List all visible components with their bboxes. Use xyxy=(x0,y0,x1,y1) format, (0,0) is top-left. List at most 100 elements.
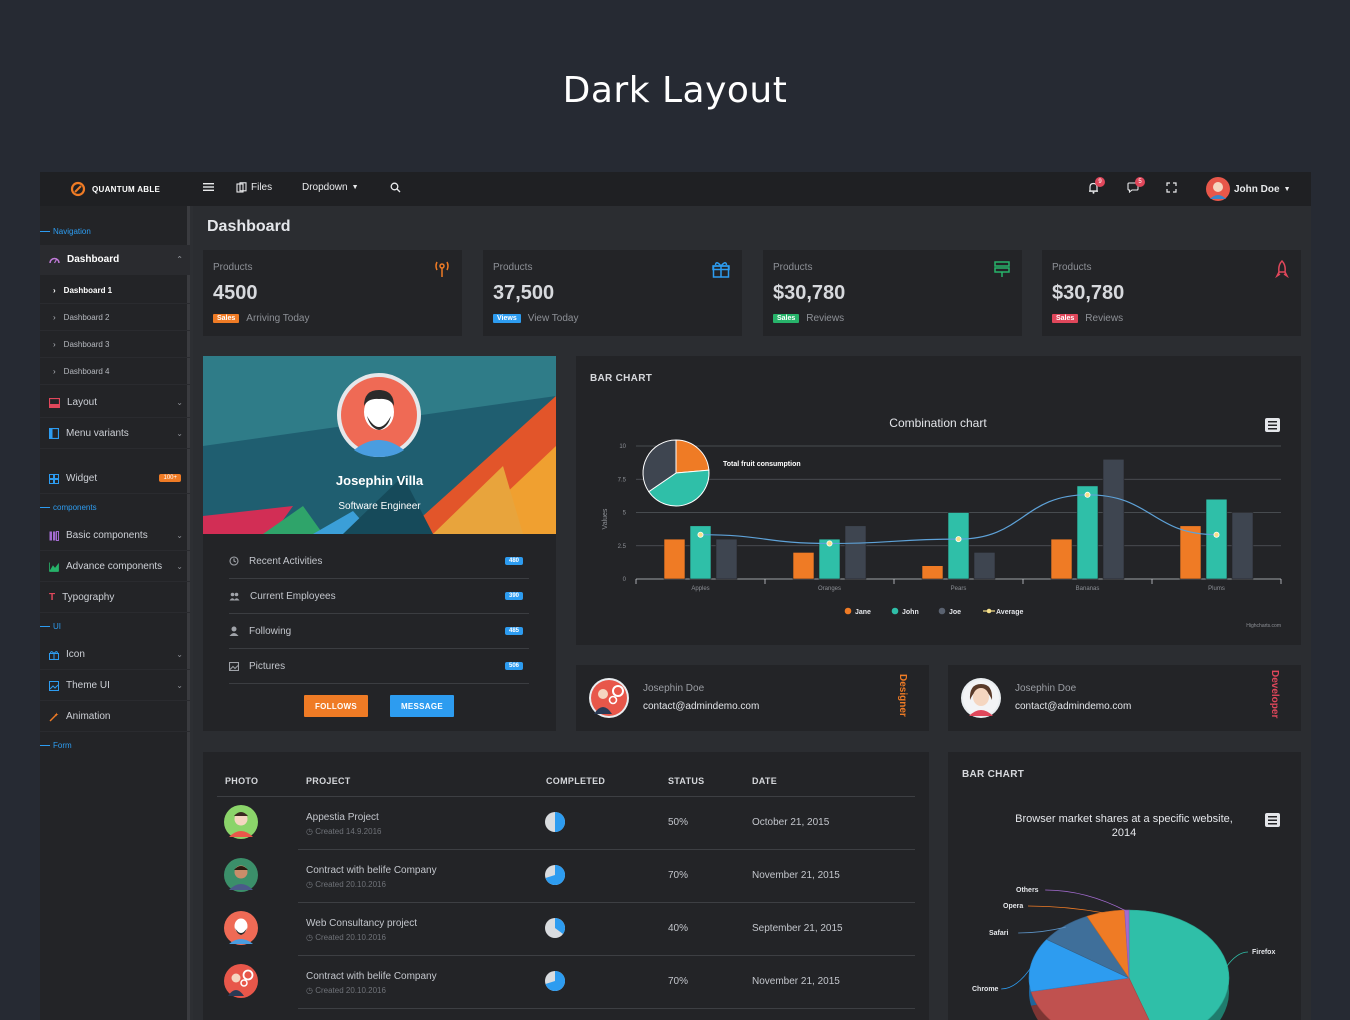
nav-caption-ui: UI xyxy=(40,622,61,631)
avatar xyxy=(961,678,1001,718)
bar-joe xyxy=(715,538,738,580)
contact-card: Josephin Doe contact@admindemo.com Devel… xyxy=(948,665,1301,731)
notifications-button[interactable]: 9 xyxy=(1088,177,1105,194)
sidebar-subitem-dashboard-3[interactable]: › Dashboard 3 xyxy=(40,331,190,358)
sidebar-item-label: Widget xyxy=(66,473,98,484)
message-button[interactable]: MESSAGE xyxy=(390,695,454,717)
project-created: ◷ Created 20.10.2016 xyxy=(306,933,386,942)
profile-stat-row[interactable]: Pictures 506 xyxy=(229,649,529,684)
stat-sub: Sales Reviews xyxy=(1052,313,1123,324)
bar-joe xyxy=(1231,512,1254,580)
sidebar-item-typography[interactable]: T Typography xyxy=(40,583,190,613)
table-row[interactable]: Contract with belife Company ◷ Created 2… xyxy=(203,956,927,1009)
chart-credit: Highcharts.com xyxy=(1246,623,1281,629)
legend-label: Joe xyxy=(949,609,961,616)
pie-label: Opera xyxy=(1003,903,1023,910)
sidebar-subitem-dashboard-1[interactable]: › Dashboard 1 xyxy=(40,277,190,304)
row-divider xyxy=(298,1008,915,1009)
chart-area-icon xyxy=(49,562,59,572)
sidebar-item-animation[interactable]: Animation xyxy=(40,702,190,732)
fullscreen-button[interactable] xyxy=(1166,182,1177,193)
completion-pie-icon xyxy=(545,865,565,885)
page-title: Dashboard xyxy=(207,218,291,235)
sidebar-item-label: Dashboard xyxy=(67,254,120,265)
table-row[interactable]: Contract with belife Company ◷ Created 2… xyxy=(203,850,927,903)
nav-caption-form: Form xyxy=(40,741,72,750)
table-row[interactable]: Web Consultancy project ◷ Created 20.10.… xyxy=(203,903,927,956)
sidebar-item-advance-components[interactable]: Advance components ⌄ xyxy=(40,552,190,582)
column-header-project[interactable]: PROJECT xyxy=(306,776,351,786)
message-count: 5 xyxy=(1135,177,1145,187)
column-header-photo[interactable]: PHOTO xyxy=(225,776,258,786)
main-content: Dashboard Products 4500 Sales Arriving To… xyxy=(193,206,1311,1020)
stat-card: Products 4500 Sales Arriving Today xyxy=(203,250,462,336)
menu-icon[interactable] xyxy=(1265,813,1280,827)
stat-tag: Sales xyxy=(1052,314,1079,323)
profile-name: Josephin Villa xyxy=(335,473,424,488)
messages-button[interactable]: 5 xyxy=(1127,177,1145,193)
magic-wand-icon xyxy=(49,712,59,721)
user-menu[interactable]: John Doe ▼ xyxy=(1206,177,1291,201)
contact-name: Josephin Doe xyxy=(643,683,705,694)
brand[interactable]: QUANTUM ABLE xyxy=(70,181,160,197)
sidebar-item-dashboard[interactable]: Dashboard ⌃ xyxy=(40,245,190,275)
profile-stat-row[interactable]: Following 485 xyxy=(229,614,529,649)
stat-sub-text: Reviews xyxy=(806,313,845,324)
y-axis-label: Values xyxy=(602,508,609,529)
profile-stat-row[interactable]: Current Employees 390 xyxy=(229,579,529,614)
table-row[interactable]: Appestia Project ◷ Created 14.9.2016 50%… xyxy=(203,797,927,850)
y-tick-label: 2.5 xyxy=(618,544,627,550)
chevron-right-icon: › xyxy=(53,312,56,322)
chevron-right-icon: › xyxy=(53,339,56,349)
sidebar-item-layout[interactable]: Layout ⌄ xyxy=(40,388,190,418)
sidebar-item-menu-variants[interactable]: Menu variants ⌄ xyxy=(40,419,190,449)
project-date: November 21, 2015 xyxy=(752,976,840,987)
sidebar-subitem-dashboard-4[interactable]: › Dashboard 4 xyxy=(40,358,190,385)
avatar xyxy=(224,805,258,839)
sidebar-item-icon[interactable]: Icon ⌄ xyxy=(40,640,190,670)
follows-button[interactable]: FOLLOWS xyxy=(304,695,368,717)
sidebar-item-theme-ui[interactable]: Theme UI ⌄ xyxy=(40,671,190,701)
contact-email[interactable]: contact@admindemo.com xyxy=(643,701,759,712)
stat-sub-text: Reviews xyxy=(1085,313,1124,324)
menu-icon[interactable] xyxy=(1265,418,1280,432)
column-header-date[interactable]: DATE xyxy=(752,776,777,786)
x-tick-label: Pears xyxy=(951,586,967,592)
profile-stat-count: 390 xyxy=(504,592,523,600)
column-header-completed[interactable]: COMPLETED xyxy=(546,776,605,786)
browser-chart-card: BAR CHART Browser market shares at a spe… xyxy=(948,752,1301,1020)
sidebar-item-label: Animation xyxy=(66,711,111,722)
menu-variants-icon xyxy=(49,428,59,439)
x-tick-label: Oranges xyxy=(818,586,841,592)
sidebar-item-widget[interactable]: Widget 100+ xyxy=(40,464,190,494)
files-label: Files xyxy=(251,182,273,193)
y-tick-label: 5 xyxy=(623,511,627,517)
sidebar-subitem-dashboard-2[interactable]: › Dashboard 2 xyxy=(40,304,190,331)
menu-toggle-button[interactable] xyxy=(203,182,214,192)
fullscreen-icon xyxy=(1166,182,1177,193)
avatar xyxy=(589,678,629,718)
column-header-status[interactable]: STATUS xyxy=(668,776,704,786)
gift-icon xyxy=(712,262,730,278)
contact-email[interactable]: contact@admindemo.com xyxy=(1015,701,1131,712)
average-point xyxy=(826,540,833,547)
files-menu[interactable]: Files xyxy=(236,182,272,193)
sidebar-item-basic-components[interactable]: Basic components ⌄ xyxy=(40,521,190,551)
x-tick-label: Apples xyxy=(691,586,709,592)
sidebar-item-label: Typography xyxy=(62,592,115,603)
chevron-down-icon: ⌄ xyxy=(176,681,183,690)
project-created-text: Created 14.9.2016 xyxy=(315,827,382,836)
profile-stat-row[interactable]: Recent Activities 480 xyxy=(229,544,529,579)
stat-sub: Sales Arriving Today xyxy=(213,313,309,324)
chart-title: Combination chart xyxy=(889,416,987,430)
dropdown-menu[interactable]: Dropdown ▼ xyxy=(302,182,359,193)
nav-caption-components: components xyxy=(40,503,97,512)
pie-label: Firefox xyxy=(1252,949,1275,956)
bar-jane xyxy=(663,538,686,580)
sidebar-subitem-label: Dashboard 1 xyxy=(63,285,113,295)
profile-cover: Josephin Villa Software Engineer xyxy=(203,356,556,534)
search-button[interactable] xyxy=(390,182,401,193)
speedometer-icon xyxy=(49,257,60,264)
bar-joe xyxy=(844,525,867,580)
project-status: 50% xyxy=(668,817,689,828)
